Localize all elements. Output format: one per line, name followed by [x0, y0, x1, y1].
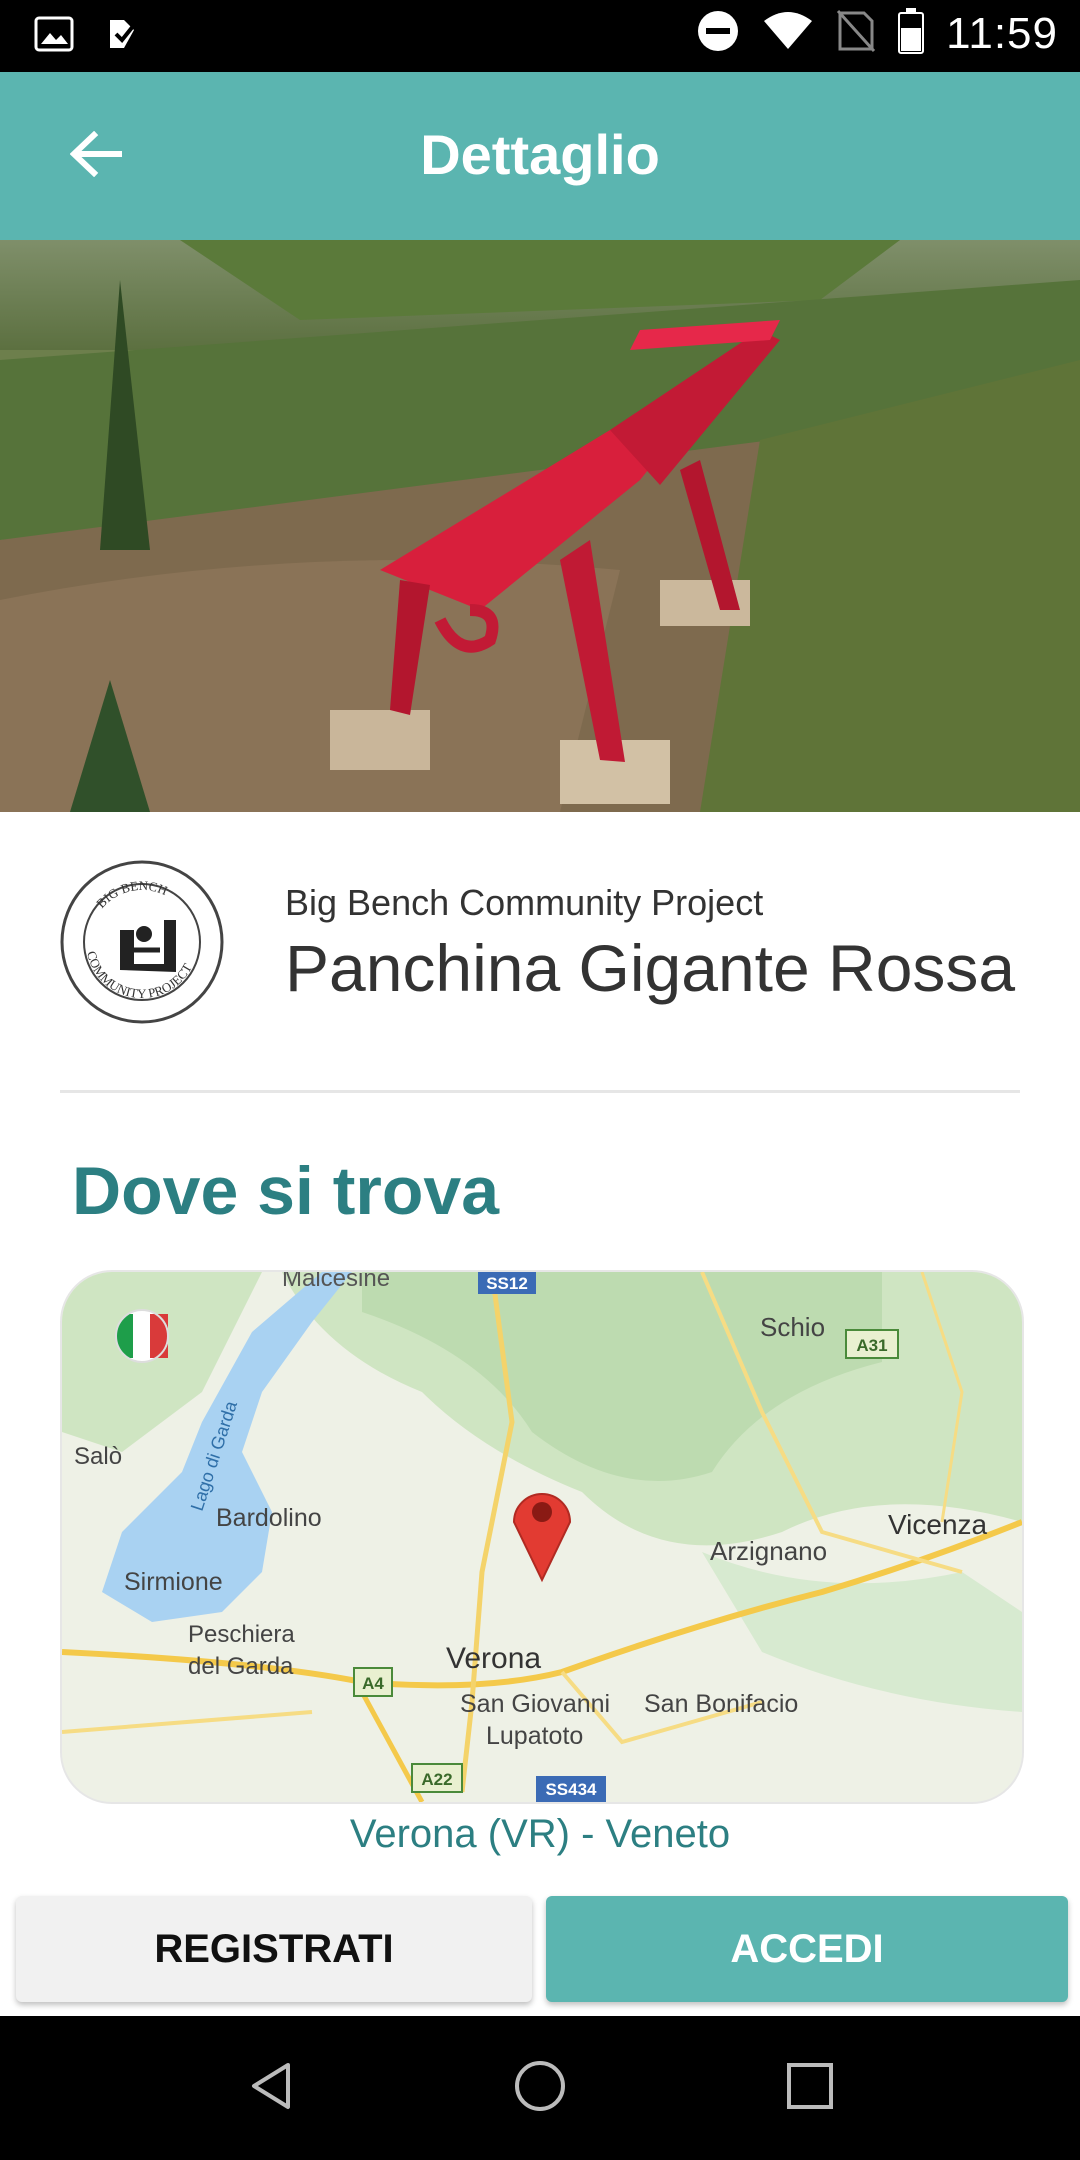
recents-square-icon — [785, 2061, 835, 2116]
nav-recents-button[interactable] — [778, 2056, 842, 2120]
map-label: Arzignano — [710, 1536, 827, 1566]
register-button[interactable]: REGISTRATI — [16, 1896, 532, 2002]
map-label: San Giovanni — [460, 1690, 610, 1718]
map-label: Verona — [446, 1642, 541, 1675]
checkmark-notification-icon — [104, 14, 144, 59]
map-label: del Garda — [188, 1653, 294, 1680]
map-label: Sirmione — [124, 1568, 223, 1596]
organization-name: Big Bench Community Project — [285, 882, 764, 923]
nav-home-button[interactable] — [508, 2056, 572, 2120]
road-badge: SS12 — [486, 1274, 528, 1293]
map-label: Peschiera — [188, 1621, 295, 1648]
map-label: Lupatoto — [486, 1722, 583, 1750]
bench-photo — [0, 240, 1080, 812]
image-icon — [34, 16, 74, 57]
nav-back-button[interactable] — [238, 2056, 302, 2120]
no-sim-icon — [836, 9, 876, 58]
home-circle-icon — [513, 2059, 567, 2118]
login-button[interactable]: ACCEDI — [546, 1896, 1068, 2002]
bench-info: BIG BENCH COMMUNITY PROJECT Big Bench Co… — [0, 812, 1080, 1092]
road-badge: A22 — [421, 1770, 452, 1789]
section-title-location: Dove si trova — [72, 1153, 500, 1229]
system-nav-bar — [0, 2016, 1080, 2160]
app-bar: Dettaglio — [0, 72, 1080, 240]
map-label: Bardolino — [216, 1504, 322, 1532]
map-label: Schio — [760, 1312, 825, 1342]
road-badge: SS434 — [545, 1780, 597, 1799]
road-badge: A31 — [856, 1336, 887, 1355]
status-bar: 11:59 — [0, 0, 1080, 72]
map-label: Salò — [74, 1443, 122, 1470]
map-label: Vicenza — [888, 1509, 988, 1540]
clock: 11:59 — [946, 8, 1058, 58]
wifi-icon — [762, 11, 814, 56]
do-not-disturb-icon — [696, 9, 740, 58]
page-title: Dettaglio — [420, 123, 660, 186]
road-badge: A4 — [362, 1674, 384, 1693]
divider — [60, 1090, 1020, 1093]
map-label: San Bonifacio — [644, 1690, 798, 1718]
italy-flag-icon — [115, 1309, 169, 1363]
battery-icon — [898, 8, 925, 59]
big-bench-logo: BIG BENCH COMMUNITY PROJECT — [60, 860, 224, 1024]
bench-name: Panchina Gigante Rossa — [285, 931, 1016, 1005]
map-label: Malcesine — [282, 1272, 390, 1292]
location-text: Verona (VR) - Veneto — [349, 1812, 731, 1856]
back-triangle-icon — [248, 2061, 292, 2116]
location-map[interactable]: Malcesine Schio Salò Lago di Garda Bardo… — [60, 1270, 1024, 1804]
